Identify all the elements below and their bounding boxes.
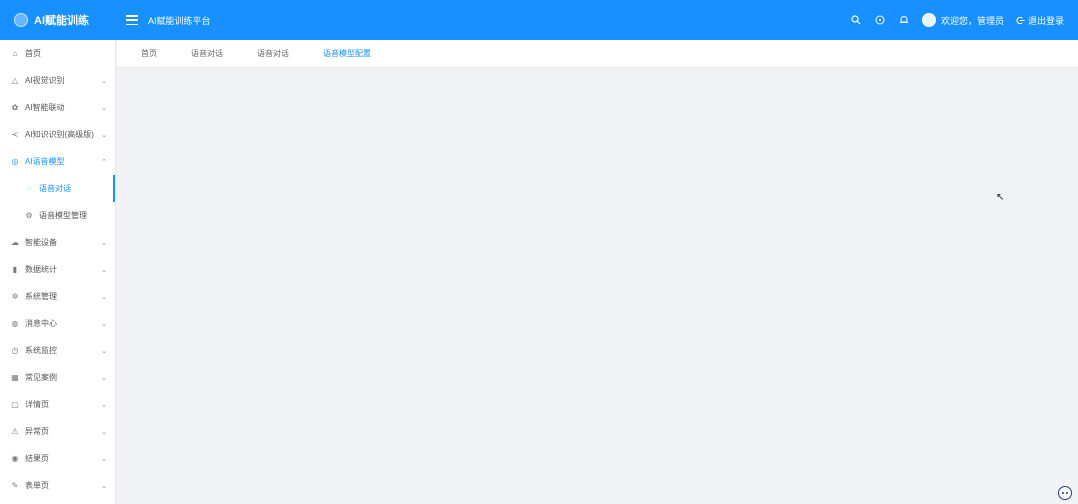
form-icon: ✎ [11, 481, 19, 490]
sidebar-item-label: AI语音模型 [25, 157, 65, 166]
chevron-down-icon: ⌄ [101, 347, 107, 355]
sidebar-item-label: 消息中心 [25, 319, 57, 328]
grid-icon: ▦ [11, 373, 19, 382]
sidebar-item-label: 表单页 [25, 481, 49, 490]
chart-icon: ▮ [12, 265, 18, 274]
sidebar-item-label: AI知识识别(高级版) [25, 130, 94, 139]
sidebar-item-label: AI智能联动 [25, 103, 65, 112]
sidebar-item-label: 结果页 [25, 454, 49, 463]
sidebar-item-system[interactable]: ✲ 系统管理 ⌄ [0, 283, 115, 310]
sidebar-item-exception[interactable]: ⚠ 异常页 ⌄ [0, 418, 115, 445]
sidebar-item-home[interactable]: ⌂ 首页 [0, 40, 115, 67]
chevron-down-icon: ⌄ [101, 293, 107, 301]
chevron-down-icon: ⌄ [101, 131, 107, 139]
tab-home[interactable]: 首页 [141, 40, 157, 68]
logout-button[interactable]: 退出登录 [1016, 14, 1064, 27]
result-icon: ◉ [11, 454, 19, 463]
user-greeting: 欢迎您，管理员 [940, 15, 1004, 26]
logout-label: 退出登录 [1027, 15, 1064, 26]
sidebar-item-voice-chat[interactable]: ◌ 语音对话 [0, 175, 115, 202]
link-icon: ✿ [11, 103, 19, 112]
monitor-icon: ◷ [11, 346, 19, 355]
help-icon[interactable] [874, 14, 886, 26]
sidebar-item-label: 系统监控 [25, 346, 57, 355]
home-icon: ⌂ [12, 49, 18, 58]
menu-toggle-icon[interactable] [126, 15, 138, 25]
share-icon: ≺ [11, 130, 19, 139]
chevron-down-icon: ⌄ [101, 374, 107, 382]
chevron-down-icon: ⌄ [101, 428, 107, 436]
sidebar-item-linkage[interactable]: ✿ AI智能联动 ⌄ [0, 94, 115, 121]
sidebar-item-label: 数据统计 [25, 265, 57, 274]
sidebar-item-label: 异常页 [25, 427, 49, 436]
gear-icon: ⚙ [25, 211, 33, 220]
cloud-icon: ☁ [11, 238, 19, 247]
chevron-down-icon: ⌄ [101, 455, 107, 463]
tab-voice-chat-2[interactable]: 语音对话 [257, 40, 289, 68]
voice-icon: ◎ [11, 157, 19, 166]
tab-voice-chat-1[interactable]: 语音对话 [191, 40, 223, 68]
sidebar-item-voice-model[interactable]: ◎ AI语音模型 ⌃ [0, 148, 115, 175]
sidebar-item-label: AI视觉识别 [25, 76, 65, 85]
sidebar-item-detail[interactable]: ▢ 详情页 ⌄ [0, 391, 115, 418]
detail-icon: ▢ [11, 400, 19, 409]
bell-icon[interactable] [898, 14, 910, 26]
sidebar-item-cases[interactable]: ▦ 常见案例 ⌄ [0, 364, 115, 391]
chevron-up-icon: ⌃ [101, 158, 107, 166]
chevron-down-icon: ⌄ [101, 104, 107, 112]
warning-icon: ⚠ [11, 427, 19, 436]
logo[interactable]: AI赋能训练 [0, 0, 116, 40]
settings-icon: ✲ [11, 292, 19, 301]
sidebar-item-label: 详情页 [25, 400, 49, 409]
sidebar-item-messages[interactable]: ◍ 消息中心 ⌄ [0, 310, 115, 337]
sidebar-item-result[interactable]: ◉ 结果页 ⌄ [0, 445, 115, 472]
sidebar-item-knowledge[interactable]: ≺ AI知识识别(高级版) ⌄ [0, 121, 115, 148]
sidebar-item-voice-model-manage[interactable]: ⚙ 语音模型管理 [0, 202, 115, 229]
sidebar-item-label: 常见案例 [25, 373, 57, 382]
assistant-icon[interactable] [1058, 486, 1072, 500]
main-content [117, 69, 1078, 504]
message-icon: ◍ [11, 319, 19, 328]
chevron-down-icon: ⌄ [101, 320, 107, 328]
sidebar: ⌂ 首页 △ AI视觉识别 ⌄ ✿ AI智能联动 ⌄ ≺ AI知识识别(高级版)… [0, 40, 116, 504]
user-menu[interactable]: 欢迎您，管理员 [921, 13, 1004, 27]
sidebar-item-vision[interactable]: △ AI视觉识别 ⌄ [0, 67, 115, 94]
chevron-down-icon: ⌄ [101, 77, 107, 85]
tab-voice-model-config[interactable]: 语音模型配置 [323, 40, 371, 68]
logout-icon [1016, 16, 1025, 24]
chevron-down-icon: ⌄ [101, 239, 107, 247]
sidebar-item-statistics[interactable]: ▮ 数据统计 ⌄ [0, 256, 115, 283]
sidebar-item-label: 系统管理 [25, 292, 57, 301]
logo-text: AI赋能训练 [34, 15, 89, 27]
tab-bar: 首页 语音对话 语音对话 语音模型配置 [117, 40, 1078, 68]
search-icon[interactable] [850, 14, 862, 26]
sidebar-item-label: 智能设备 [25, 238, 57, 247]
sidebar-item-label: 语音模型管理 [39, 211, 87, 220]
vision-icon: △ [11, 76, 19, 85]
top-bar: AI赋能训练 AI赋能训练平台 欢迎您，管理员 退出登录 [0, 0, 1078, 40]
sidebar-item-monitor[interactable]: ◷ 系统监控 ⌄ [0, 337, 115, 364]
platform-title: AI赋能训练平台 [148, 15, 211, 26]
chevron-down-icon: ⌄ [101, 401, 107, 409]
mouse-cursor-icon: ↖ [996, 192, 1005, 203]
logo-icon [14, 13, 28, 27]
sidebar-item-label: 语音对话 [39, 184, 71, 193]
chevron-down-icon: ⌄ [101, 266, 107, 274]
chat-icon: ◌ [26, 184, 32, 193]
chevron-down-icon: ⌄ [101, 482, 107, 490]
sidebar-item-form[interactable]: ✎ 表单页 ⌄ [0, 472, 115, 499]
sidebar-item-label: 首页 [25, 49, 41, 58]
sidebar-item-devices[interactable]: ☁ 智能设备 ⌄ [0, 229, 115, 256]
avatar [921, 13, 936, 27]
